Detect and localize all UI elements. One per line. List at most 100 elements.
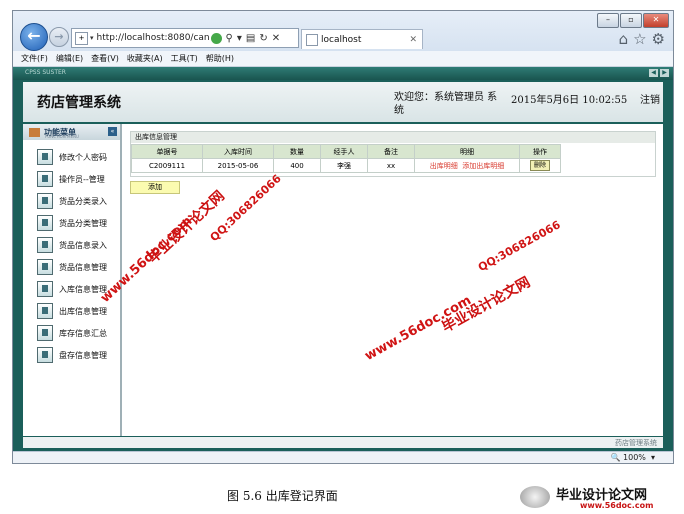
app-tiny-title: CPSS SUSTER <box>25 69 66 76</box>
figure-caption: 图 5.6 出库登记界面 <box>227 489 338 503</box>
close-button[interactable]: ✕ <box>643 13 669 28</box>
stop-icon[interactable]: ✕ <box>272 33 280 44</box>
sidebar-item-category-manage[interactable]: 货品分类管理 <box>37 212 120 234</box>
sidebar-item-label: 货品信息录入 <box>59 240 107 250</box>
delete-button[interactable]: 删除 <box>529 160 550 171</box>
document-icon <box>37 149 53 165</box>
browser-toolbar-icons: ⌂ ☆ ⚙ <box>614 30 665 48</box>
scroll-right-icon[interactable]: ▶ <box>660 69 669 77</box>
tab-title: localhost <box>321 34 362 45</box>
menu-file[interactable]: 文件(F) <box>21 53 48 64</box>
detail-link[interactable]: 出库明细 <box>430 162 458 170</box>
page-icon: + <box>75 31 88 45</box>
sidebar-item-operator[interactable]: 操作员--管理 <box>37 168 120 190</box>
browser-statusbar: 🔍 100% ▾ <box>13 451 673 463</box>
app-title: 药店管理系统 <box>37 95 121 111</box>
sidebar-item-change-password[interactable]: 修改个人密码 <box>37 146 120 168</box>
cell-qty: 400 <box>273 158 321 173</box>
browser-menubar: 文件(F) 编辑(E) 查看(V) 收藏夹(A) 工具(T) 帮助(H) <box>13 51 673 67</box>
star-icon[interactable]: ☆ <box>633 30 646 48</box>
cell-handler: 李强 <box>320 158 368 173</box>
outbound-table: 单据号 入库时间 数量 经手人 备注 明细 操作 C2009111 2015-0… <box>131 144 561 173</box>
app-top-strip: CPSS SUSTER ◀ ▶ <box>13 67 673 80</box>
document-icon <box>37 325 53 341</box>
app-footer: 药店管理系统 <box>23 437 663 448</box>
column-header: 单据号 <box>131 144 203 159</box>
gear-icon[interactable]: ⚙ <box>652 30 665 48</box>
sidebar-item-category-entry[interactable]: 货品分类录入 <box>37 190 120 212</box>
sidebar-item-label: 货品分类录入 <box>59 196 107 206</box>
sidebar-item-label: 操作员--管理 <box>59 174 105 184</box>
document-icon <box>37 237 53 253</box>
document-icon <box>37 171 53 187</box>
document-icon <box>37 215 53 231</box>
column-header: 数量 <box>273 144 321 159</box>
table-header-row: 单据号 入库时间 数量 经手人 备注 明细 操作 <box>131 144 561 159</box>
document-icon <box>37 347 53 363</box>
chevron-down-icon[interactable]: ▾ <box>90 34 94 42</box>
compat-view-icon[interactable] <box>210 32 222 44</box>
scroll-left-icon[interactable]: ◀ <box>649 69 658 77</box>
sidebar-item-stock-summary[interactable]: 库存信息汇总 <box>37 322 120 344</box>
chevron-down-icon[interactable]: ▾ <box>237 33 242 44</box>
search-icon[interactable]: ⚲ <box>226 33 233 44</box>
sidebar-header-subtitle: FUNCTION MENU <box>45 134 79 139</box>
sidebar-item-label: 修改个人密码 <box>59 152 107 162</box>
sidebar-item-label: 货品信息管理 <box>59 262 107 272</box>
menu-favorites[interactable]: 收藏夹(A) <box>127 53 163 64</box>
menu-folder-icon <box>29 127 40 137</box>
tab-close-icon[interactable]: ✕ <box>409 35 417 45</box>
sidebar: 功能菜单 FUNCTION MENU « 修改个人密码 操作员--管理 货品分类… <box>23 124 122 436</box>
certificate-icon[interactable]: ▤ <box>246 33 255 44</box>
menu-view[interactable]: 查看(V) <box>91 53 119 64</box>
cell-bill-no: C2009111 <box>131 158 203 173</box>
column-header: 经手人 <box>320 144 368 159</box>
column-header: 明细 <box>414 144 520 159</box>
panel-title: 出库信息管理 <box>131 132 655 143</box>
forward-button[interactable]: → <box>49 27 69 47</box>
app-header: 药店管理系统 欢迎您：系统管理员 系统 2015年5月6日 10:02:55 注… <box>23 82 663 122</box>
back-button[interactable]: ← <box>20 23 48 51</box>
menu-edit[interactable]: 编辑(E) <box>56 53 83 64</box>
sidebar-item-label: 盘存信息管理 <box>59 350 107 360</box>
table-row: C2009111 2015-05-06 400 李强 xx 出库明细 添加出库明… <box>131 158 561 173</box>
maximize-button[interactable]: ▫ <box>620 13 642 28</box>
favicon-icon <box>306 33 318 46</box>
logout-link[interactable]: 注销 <box>640 91 660 106</box>
add-button[interactable]: 添加 <box>130 181 180 194</box>
document-icon <box>37 193 53 209</box>
logo-emblem-icon <box>520 486 550 508</box>
datetime-text: 2015年5月6日 10:02:55 <box>511 95 628 106</box>
sidebar-item-label: 出库信息管理 <box>59 306 107 316</box>
cell-action: 删除 <box>519 158 561 173</box>
collapse-icon[interactable]: « <box>108 127 117 136</box>
sidebar-item-goods-manage[interactable]: 货品信息管理 <box>37 256 120 278</box>
column-header: 操作 <box>519 144 561 159</box>
sidebar-item-inventory[interactable]: 盘存信息管理 <box>37 344 120 366</box>
cell-detail: 出库明细 添加出库明细 <box>414 158 520 173</box>
home-icon[interactable]: ⌂ <box>619 30 629 48</box>
address-bar[interactable]: + ▾ http://localhost:8080/cangl ⚲ ▾ ▤ ↻ … <box>71 28 299 48</box>
footer-text: 药店管理系统 <box>615 439 657 447</box>
sidebar-item-goods-entry[interactable]: 货品信息录入 <box>37 234 120 256</box>
menu-tools[interactable]: 工具(T) <box>171 53 198 64</box>
document-icon <box>37 259 53 275</box>
browser-tab[interactable]: localhost ✕ <box>301 29 423 49</box>
document-icon <box>37 281 53 297</box>
document-icon <box>37 303 53 319</box>
address-url[interactable]: http://localhost:8080/cangl <box>97 33 209 43</box>
column-header: 备注 <box>367 144 415 159</box>
add-detail-link[interactable]: 添加出库明细 <box>462 162 504 170</box>
menu-help[interactable]: 帮助(H) <box>206 53 234 64</box>
window-controls: – ▫ ✕ <box>596 13 669 28</box>
column-header: 入库时间 <box>202 144 274 159</box>
logo-url: www.56doc.com <box>580 501 654 510</box>
welcome-text: 欢迎您：系统管理员 系统 <box>394 92 498 116</box>
page-content: CPSS SUSTER ◀ ▶ 药店管理系统 欢迎您：系统管理员 系统 2015… <box>13 67 673 451</box>
browser-window: – ▫ ✕ ← → + ▾ http://localhost:8080/cang… <box>12 10 674 464</box>
refresh-icon[interactable]: ↻ <box>259 33 267 44</box>
outbound-panel: 出库信息管理 单据号 入库时间 数量 经手人 备注 明细 操作 C2009111… <box>130 131 656 177</box>
zoom-level[interactable]: 🔍 100% ▾ <box>611 453 656 462</box>
minimize-button[interactable]: – <box>597 13 619 28</box>
site-logo: 毕业设计论文网 www.56doc.com <box>520 484 680 512</box>
